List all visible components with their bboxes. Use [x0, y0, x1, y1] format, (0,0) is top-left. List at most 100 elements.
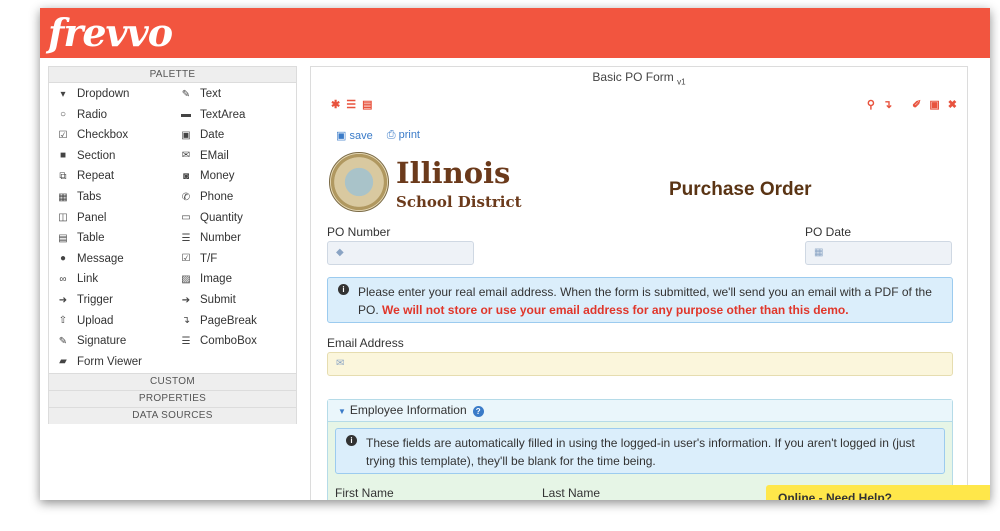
form-version: v1	[677, 77, 686, 87]
wand-icon[interactable]: ✐	[912, 98, 921, 111]
save-label: save	[349, 130, 373, 142]
palette-item-signature[interactable]: ✎ Signature	[57, 332, 126, 350]
palette-item-label: Tabs	[77, 191, 102, 203]
palette-item-image[interactable]: ▨ Image	[180, 270, 232, 288]
palette-section-custom[interactable]: CUSTOM	[49, 373, 296, 390]
gear-icon[interactable]: ✱	[331, 98, 340, 111]
palette-item-table[interactable]: ▤ Table	[57, 229, 104, 247]
message-icon: ●	[59, 253, 67, 265]
palette-grid: ▾ Dropdown ○ Radio ☑ Checkbox ■ Section ⧉ Repeat ▦…	[49, 83, 296, 373]
save-link[interactable]: ▣ save	[336, 129, 373, 142]
palette-item-label: Radio	[77, 108, 108, 121]
palette-item-quantity[interactable]: ▭ Quantity	[180, 209, 243, 227]
palette-section-properties[interactable]: PROPERTIES	[49, 390, 296, 407]
palette-item-combobox[interactable]: ☰ ComboBox	[180, 332, 257, 350]
palette-panel: PALETTE ▾ Dropdown ○ Radio ☑ Checkbox ■ Section…	[48, 66, 297, 424]
top-bar: frevvo	[40, 8, 990, 58]
palette-item-upload[interactable]: ⇧ Upload	[57, 312, 114, 330]
palette-item-label: Section	[77, 149, 116, 162]
phone-icon: ✆	[181, 191, 191, 203]
pagebreak-icon: ↴	[181, 315, 191, 327]
repeat-icon: ⧉	[59, 170, 67, 182]
palette-section-data-sources[interactable]: DATA SOURCES	[49, 407, 296, 424]
palette-item-repeat[interactable]: ⧉ Repeat	[57, 167, 114, 185]
palette-item-form-viewer[interactable]: ▰ Form Viewer	[57, 353, 142, 371]
submit-icon: ➔	[181, 294, 191, 306]
form-title: Basic PO Form v1	[311, 70, 967, 86]
keyboard-icon: ▭	[181, 212, 191, 224]
palette-item-pagebreak[interactable]: ↴ PageBreak	[180, 312, 257, 330]
palette-item-message[interactable]: ● Message	[57, 250, 124, 268]
help-icon[interactable]: ?	[472, 406, 484, 417]
palette-item-label: Date	[200, 129, 225, 142]
close-icon[interactable]: ✖	[948, 98, 957, 111]
autofill-info-message: i These fields are automatically filled …	[335, 428, 945, 474]
save-icon[interactable]: ▣	[929, 98, 939, 111]
palette-item-label: PageBreak	[200, 314, 257, 327]
po-number-input[interactable]: ◆	[327, 241, 474, 265]
palette-item-text[interactable]: ✎ Text	[180, 85, 221, 103]
search-icon[interactable]: ⚲	[867, 98, 875, 111]
pencil-icon: ✎	[58, 335, 68, 347]
help-chat-button[interactable]: Online - Need Help?	[766, 485, 990, 500]
money-icon: ◙	[182, 170, 190, 182]
palette-item-label: Text	[200, 88, 222, 100]
form-actions: ▣ save ⎙ print	[336, 129, 420, 142]
palette-item-phone[interactable]: ✆ Phone	[180, 188, 233, 206]
palette-header[interactable]: PALETTE	[49, 67, 296, 83]
print-link[interactable]: ⎙ print	[387, 129, 420, 142]
palette-item-label: TextArea	[200, 108, 246, 121]
po-date-label: PO Date	[805, 225, 852, 239]
palette-item-email[interactable]: ✉ EMail	[180, 147, 229, 165]
list-icon: ☰	[181, 232, 191, 244]
save-icon: ▣	[336, 130, 347, 142]
palette-item-label: ComboBox	[200, 335, 257, 348]
palette-item-date[interactable]: ▣ Date	[180, 126, 224, 144]
palette-item-link[interactable]: ∞ Link	[57, 270, 98, 288]
palette-item-label: Money	[200, 170, 235, 183]
document-icon[interactable]: ▤	[362, 98, 372, 111]
email-info-warning: We will not store or use your email addr…	[382, 303, 849, 317]
first-name-label: First Name	[335, 486, 394, 500]
tag-icon: ◆	[336, 247, 344, 258]
palette-item-label: Upload	[77, 314, 114, 327]
form-canvas: Basic PO Form v1 ✱ ☰ ▤ ⚲ ↴ ✐ ▣ ✖ ▣ save …	[310, 66, 968, 500]
menu-icon[interactable]: ☰	[346, 98, 356, 111]
section-header[interactable]: ▼ Employee Information?	[328, 400, 952, 422]
po-number-label: PO Number	[327, 225, 391, 239]
panel-icon: ◫	[58, 212, 68, 224]
palette-item-label: Checkbox	[77, 129, 129, 142]
book-icon: ▰	[59, 356, 67, 368]
image-icon: ▨	[181, 273, 191, 285]
print-label: print	[398, 129, 420, 141]
palette-item-t-f[interactable]: ☑ T/F	[180, 250, 218, 268]
email-input[interactable]: ✉	[327, 352, 953, 376]
po-date-input[interactable]: ▦	[805, 241, 952, 265]
palette-item-textarea[interactable]: ▬ TextArea	[180, 106, 245, 124]
palette-item-tabs[interactable]: ▦ Tabs	[57, 188, 101, 206]
palette-item-trigger[interactable]: ➜ Trigger	[57, 291, 113, 309]
palette-item-panel[interactable]: ◫ Panel	[57, 209, 106, 227]
caret-down-icon: ▼	[338, 407, 346, 416]
palette-item-label: Dropdown	[77, 88, 130, 100]
printer-icon: ⎙	[386, 129, 396, 141]
palette-item-submit[interactable]: ➔ Submit	[180, 291, 236, 309]
palette-item-number[interactable]: ☰ Number	[180, 229, 241, 247]
palette-item-dropdown[interactable]: ▾ Dropdown	[57, 85, 129, 103]
frevvo-logo[interactable]: frevvo	[48, 10, 173, 55]
form-name: Basic PO Form	[592, 70, 674, 84]
combobox-icon: ☰	[181, 335, 191, 347]
palette-item-label: Repeat	[77, 170, 115, 183]
app-window: frevvo PALETTE ▾ Dropdown ○ Radio ☑ Checkbox ■…	[40, 8, 990, 500]
pagebreak-icon[interactable]: ↴	[883, 98, 892, 111]
palette-item-money[interactable]: ◙ Money	[180, 167, 235, 185]
palette-item-radio[interactable]: ○ Radio	[57, 106, 107, 124]
palette-item-label: Phone	[200, 191, 234, 203]
palette-item-label: Signature	[77, 335, 127, 348]
trigger-icon: ➜	[58, 294, 68, 306]
palette-item-label: Panel	[77, 211, 107, 224]
palette-item-checkbox[interactable]: ☑ Checkbox	[57, 126, 129, 144]
palette-item-section[interactable]: ■ Section	[57, 147, 115, 165]
palette-item-label: Trigger	[77, 294, 113, 306]
heading-name: Illinois	[396, 156, 511, 190]
